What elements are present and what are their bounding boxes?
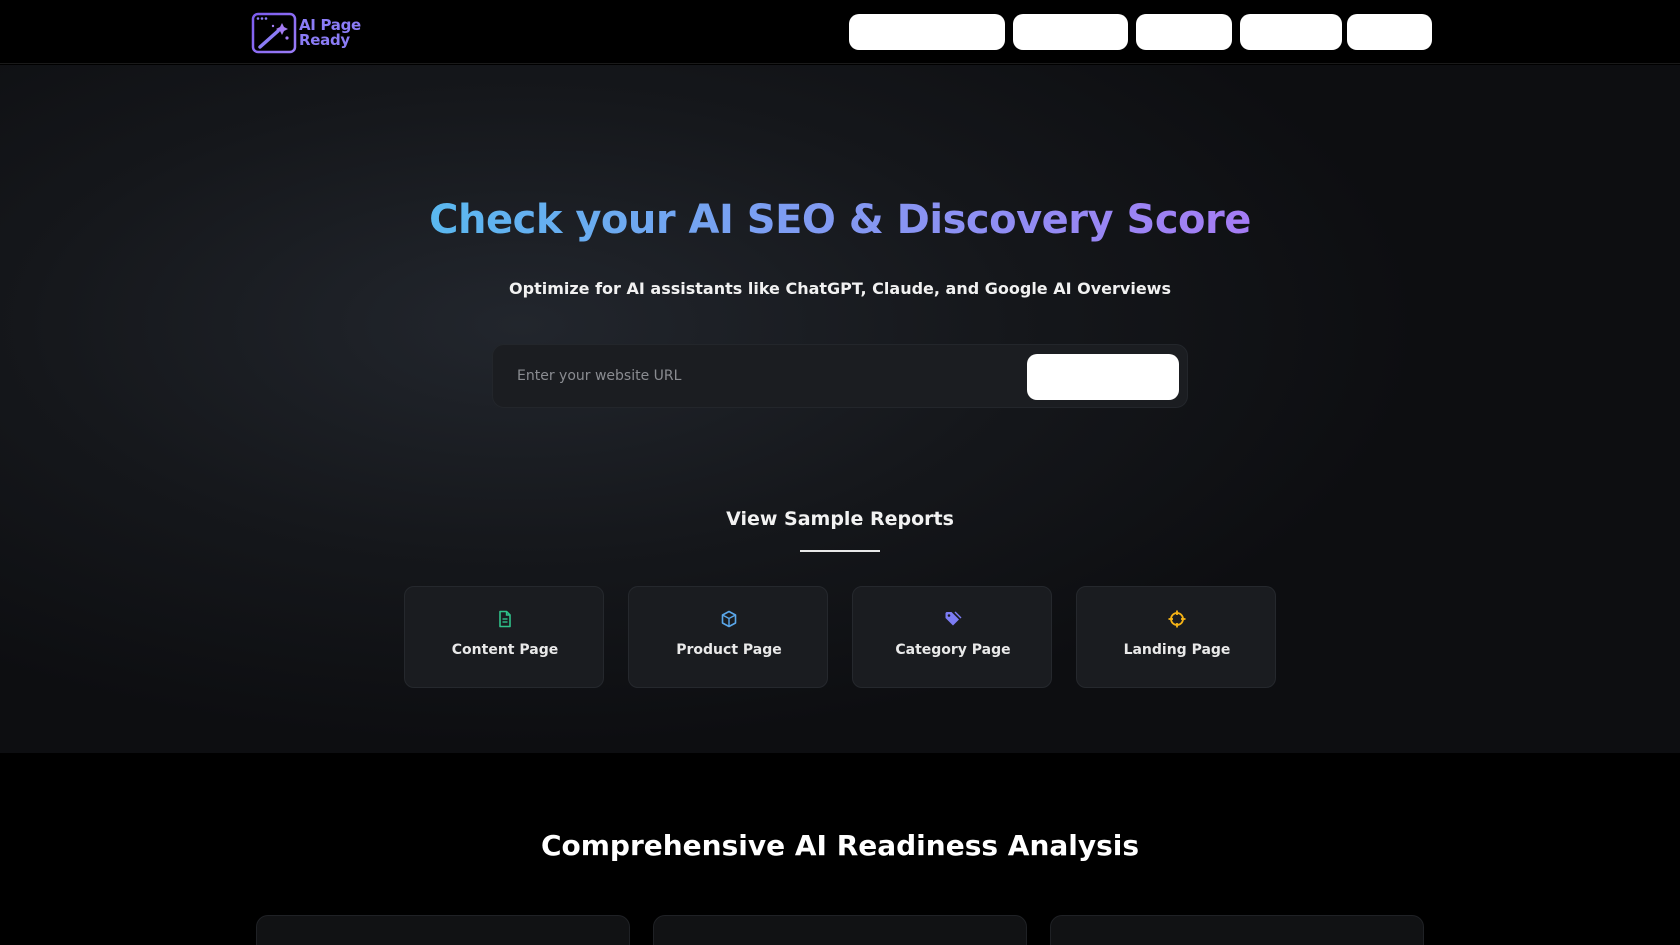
check-score-button[interactable] [1027,354,1179,400]
sample-card-label: Category Page [895,642,1011,658]
sample-card-content-page[interactable]: Content Page [404,586,604,688]
top-navbar: AI Page Ready [0,0,1680,64]
sample-card-label: Content Page [451,642,559,658]
hero-subtitle: Optimize for AI assistants like ChatGPT,… [509,279,1171,298]
sample-card-landing-page[interactable]: Landing Page [1076,586,1276,688]
logo-wordmark: AI Page Ready [299,17,361,49]
logo[interactable]: AI Page Ready [251,11,371,54]
nav-button-4[interactable] [1240,14,1342,50]
url-form [492,344,1188,408]
nav-button-5[interactable] [1347,14,1432,50]
cube-icon [721,610,737,628]
website-url-input[interactable] [517,361,997,391]
crosshair-icon [1168,610,1186,628]
hero-title: Check your AI SEO & Discovery Score [0,197,1680,243]
logo-line-2: Ready [299,30,350,49]
tag-icon [945,611,962,626]
sample-card-label: Landing Page [1123,642,1231,658]
feature-card [1050,915,1424,945]
feature-card [653,915,1027,945]
feature-card [256,915,630,945]
sample-card-category-page[interactable]: Category Page [852,586,1052,688]
document-icon [499,610,511,628]
sample-card-product-page[interactable]: Product Page [628,586,828,688]
nav-button-2[interactable] [1013,14,1128,50]
nav-button-1[interactable] [849,14,1005,50]
heading-underline [800,550,880,552]
features-heading: Comprehensive AI Readiness Analysis [540,829,1140,862]
sample-reports-heading: View Sample Reports [726,508,954,530]
hero-title-text: Check your AI SEO & Discovery Score [429,197,1251,243]
magic-wand-browser-icon [251,12,297,53]
features-section: Comprehensive AI Readiness Analysis [0,753,1680,945]
sample-card-label: Product Page [676,642,782,658]
hero-section: Check your AI SEO & Discovery Score Opti… [0,65,1680,753]
nav-button-3[interactable] [1136,14,1232,50]
